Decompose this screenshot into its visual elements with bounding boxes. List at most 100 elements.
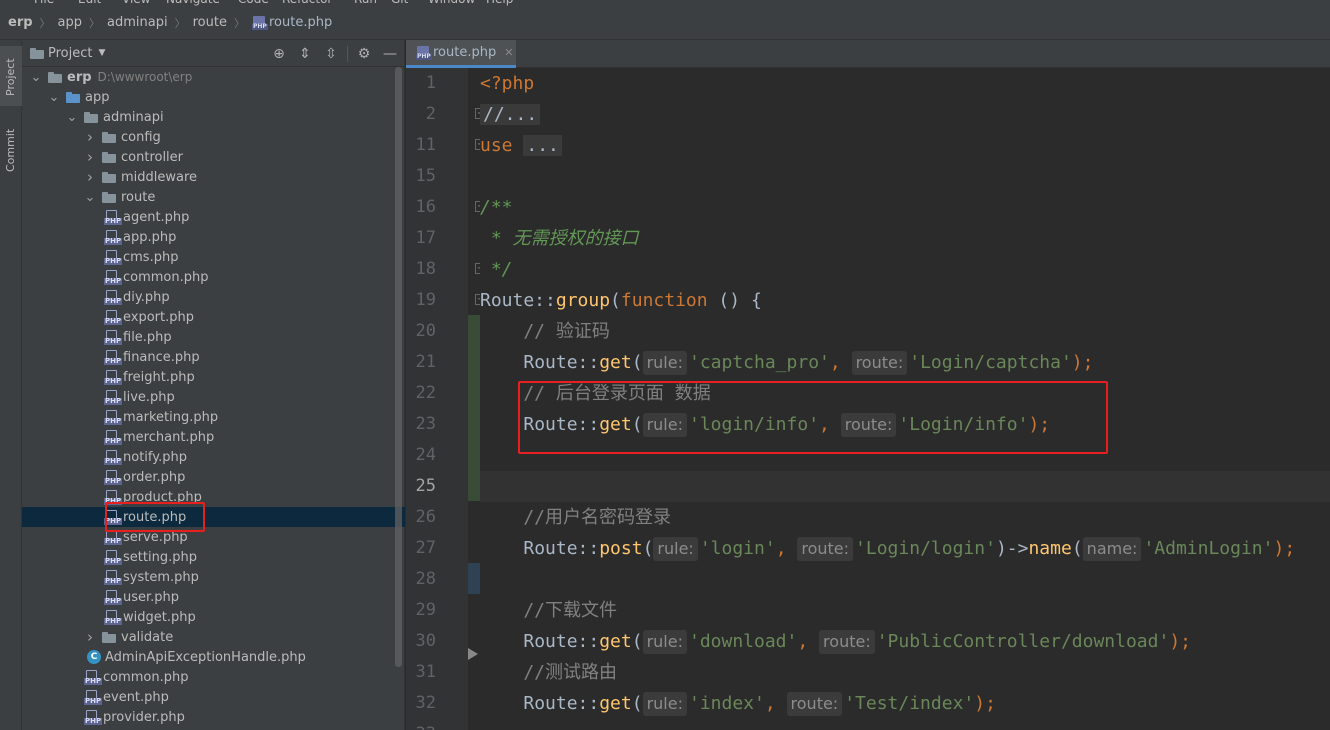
- tree-item[interactable]: C AdminApiExceptionHandle.php: [22, 647, 405, 667]
- highlight-box-login-info-route: [518, 381, 1108, 454]
- tree-item[interactable]: PHP provider.php: [22, 707, 405, 727]
- param-hint: route:: [797, 537, 854, 561]
- php-file-icon: PHP: [104, 409, 123, 425]
- code-string: 'AdminLogin': [1143, 538, 1274, 559]
- folder-icon: [102, 171, 116, 183]
- tree-item[interactable]: PHP serve.php: [22, 527, 405, 547]
- tab-label: route.php: [433, 45, 497, 60]
- tree-item-label: marketing.php: [123, 409, 219, 425]
- code-line: /**: [480, 192, 1330, 223]
- chevron-down-icon[interactable]: ⌄: [84, 190, 96, 205]
- tree-item[interactable]: ⌄ app: [22, 87, 405, 107]
- vcs-added-marker: [468, 315, 480, 501]
- close-icon[interactable]: ✕: [504, 46, 513, 59]
- tree-item-label: app: [85, 89, 110, 105]
- code-token: ,: [764, 693, 787, 714]
- breadcrumb-item-adminapi[interactable]: adminapi: [107, 15, 168, 30]
- project-folder-icon: [30, 47, 44, 59]
- tree-item[interactable]: PHP cms.php: [22, 247, 405, 267]
- code-token: );: [1273, 538, 1296, 559]
- chevron-right-icon[interactable]: ›: [84, 128, 96, 146]
- tree-item-label: file.php: [123, 329, 172, 345]
- line-number: 18: [415, 259, 436, 279]
- tree-item-label: user.php: [123, 589, 180, 605]
- tree-item[interactable]: PHP export.php: [22, 307, 405, 327]
- chevron-down-icon[interactable]: ⌄: [66, 110, 78, 125]
- tree-item[interactable]: PHP setting.php: [22, 547, 405, 567]
- line-number: 30: [415, 631, 436, 651]
- code-token: */: [480, 259, 513, 280]
- tree-item-label: app.php: [123, 229, 177, 245]
- code-token: );: [974, 693, 996, 714]
- tree-item-label: merchant.php: [123, 429, 215, 445]
- folded-region[interactable]: ...: [523, 135, 562, 156]
- chevron-right-icon[interactable]: ›: [84, 628, 96, 646]
- php-file-icon: PHP: [104, 429, 123, 445]
- tree-item[interactable]: PHP live.php: [22, 387, 405, 407]
- tool-tab-commit[interactable]: Commit: [0, 118, 22, 182]
- tree-item[interactable]: PHP freight.php: [22, 367, 405, 387]
- breadcrumb-item-route[interactable]: route: [193, 15, 227, 30]
- code-token: name: [1028, 538, 1072, 559]
- tree-item[interactable]: › middleware: [22, 167, 405, 187]
- breadcrumb-item-erp[interactable]: erp: [8, 15, 33, 30]
- tree-item[interactable]: PHP diy.php: [22, 287, 405, 307]
- line-number: 28: [415, 569, 436, 589]
- tree-item[interactable]: PHP agent.php: [22, 207, 405, 227]
- breadcrumb-item-file[interactable]: PHP route.php: [251, 15, 332, 30]
- line-number: 19: [415, 290, 436, 310]
- code-token: use: [480, 135, 513, 156]
- tree-item[interactable]: PHP common.php: [22, 667, 405, 687]
- line-number: 17: [415, 228, 436, 248]
- tree-item[interactable]: PHP marketing.php: [22, 407, 405, 427]
- line-number: 24: [415, 445, 436, 465]
- tree-item[interactable]: › controller: [22, 147, 405, 167]
- chevron-down-icon[interactable]: ⌄: [48, 90, 60, 105]
- code-string: 'download': [688, 631, 798, 652]
- tree-item-label: provider.php: [103, 709, 185, 725]
- tree-item[interactable]: PHP finance.php: [22, 347, 405, 367]
- tree-item[interactable]: PHP route.php: [22, 507, 405, 527]
- chevron-down-icon[interactable]: ⌄: [30, 70, 42, 85]
- tree-item[interactable]: PHP file.php: [22, 327, 405, 347]
- chevron-right-icon[interactable]: ›: [84, 168, 96, 186]
- locate-icon[interactable]: ⊕: [269, 44, 289, 64]
- code-string: 'Login/login': [855, 538, 996, 559]
- tree-item[interactable]: PHP order.php: [22, 467, 405, 487]
- code-token: function: [620, 290, 708, 311]
- tree-item[interactable]: PHP user.php: [22, 587, 405, 607]
- code-token: group: [555, 290, 611, 311]
- tree-item[interactable]: ⌄ erp D:\wwwroot\erp: [22, 67, 405, 87]
- tree-item[interactable]: › config: [22, 127, 405, 147]
- tab-route-php[interactable]: PHP route.php ✕: [406, 40, 516, 68]
- code-line: use ...: [480, 130, 1330, 161]
- tree-item[interactable]: PHP event.php: [22, 687, 405, 707]
- tool-tab-project[interactable]: Project: [0, 46, 22, 106]
- folded-region[interactable]: //...: [480, 104, 541, 125]
- code-token: get: [599, 693, 632, 714]
- tree-item[interactable]: PHP system.php: [22, 567, 405, 587]
- tree-item-label: diy.php: [123, 289, 170, 305]
- breadcrumb-item-app[interactable]: app: [58, 15, 82, 30]
- chevron-right-icon[interactable]: ›: [84, 148, 96, 166]
- play-icon[interactable]: [468, 648, 478, 660]
- tree-item[interactable]: › validate: [22, 627, 405, 647]
- gear-icon[interactable]: ⚙: [354, 44, 374, 64]
- tree-item[interactable]: PHP widget.php: [22, 607, 405, 627]
- tree-item[interactable]: ⌄ route: [22, 187, 405, 207]
- tree-item-label: live.php: [123, 389, 175, 405]
- chevron-down-icon[interactable]: ▼: [98, 48, 105, 58]
- minimize-icon[interactable]: —: [380, 44, 400, 64]
- tree-item[interactable]: PHP merchant.php: [22, 427, 405, 447]
- project-panel-title[interactable]: Project: [48, 46, 92, 61]
- tree-item[interactable]: PHP notify.php: [22, 447, 405, 467]
- expand-all-icon[interactable]: ⇕: [295, 44, 315, 64]
- tree-item[interactable]: PHP app.php: [22, 227, 405, 247]
- code-line: //...: [480, 99, 1330, 130]
- collapse-all-icon[interactable]: ⇳: [321, 44, 341, 64]
- tree-item[interactable]: PHP common.php: [22, 267, 405, 287]
- code-token: (: [1071, 538, 1083, 559]
- scrollbar[interactable]: [395, 67, 402, 667]
- tree-item[interactable]: PHP product.php: [22, 487, 405, 507]
- tree-item[interactable]: ⌄ adminapi: [22, 107, 405, 127]
